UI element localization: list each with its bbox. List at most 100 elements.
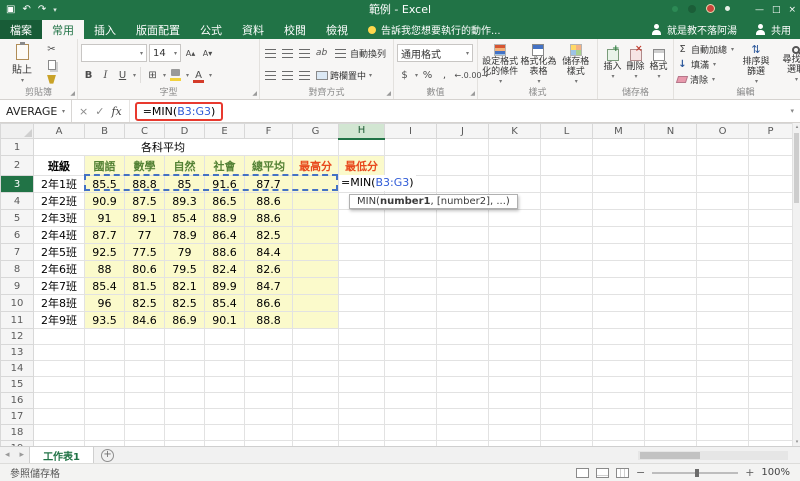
cell[interactable] — [385, 210, 437, 227]
cell[interactable]: 86.9 — [165, 312, 205, 329]
cell[interactable]: 自然 — [165, 156, 205, 176]
shrink-font-button[interactable]: A▾ — [200, 44, 215, 62]
cell[interactable] — [489, 139, 541, 156]
cell[interactable] — [437, 261, 489, 278]
align-center-icon[interactable] — [282, 71, 293, 80]
column-header-H[interactable]: H — [339, 124, 385, 139]
tell-me-box[interactable]: 告訴我您想要執行的動作... — [358, 20, 511, 39]
sheet-title-cell[interactable]: 各科平均 — [34, 139, 293, 156]
tab-data[interactable]: 資料 — [232, 20, 274, 39]
cell[interactable] — [697, 227, 749, 244]
cell[interactable] — [541, 261, 593, 278]
cell[interactable] — [245, 345, 293, 361]
column-header-M[interactable]: M — [593, 124, 645, 139]
italic-button[interactable]: I — [98, 66, 113, 84]
cell[interactable]: 82.5 — [165, 295, 205, 312]
share-button[interactable]: 共用 — [746, 20, 800, 39]
tab-review[interactable]: 校閱 — [274, 20, 316, 39]
column-header-O[interactable]: O — [697, 124, 749, 139]
clear-button[interactable]: 清除 ▾ — [677, 73, 734, 86]
tab-page-layout[interactable]: 版面配置 — [126, 20, 190, 39]
cell[interactable]: 88.8 — [125, 176, 165, 193]
sort-filter-button[interactable]: ⇅ 排序與篩選 ▾ — [738, 42, 774, 86]
cell[interactable] — [697, 312, 749, 329]
cell[interactable]: 82.6 — [245, 261, 293, 278]
zoom-in-icon[interactable]: + — [745, 466, 754, 479]
cell[interactable] — [205, 377, 245, 393]
cell[interactable]: 82.4 — [205, 261, 245, 278]
cell[interactable] — [437, 176, 489, 193]
cell[interactable] — [339, 393, 385, 409]
cell[interactable] — [749, 278, 793, 295]
format-cells-button[interactable]: 格式 ▾ — [647, 42, 670, 86]
cell[interactable] — [645, 261, 697, 278]
row-header-12[interactable]: 12 — [1, 329, 34, 345]
scroll-up-icon[interactable]: ▴ — [793, 124, 800, 130]
cancel-icon[interactable]: × — [79, 105, 88, 118]
cell[interactable] — [697, 210, 749, 227]
cell[interactable] — [489, 261, 541, 278]
cell[interactable] — [593, 312, 645, 329]
cell[interactable] — [593, 261, 645, 278]
cell[interactable] — [593, 393, 645, 409]
cell[interactable]: 91.6 — [205, 176, 245, 193]
font-color-button[interactable]: A — [191, 66, 206, 84]
cell[interactable] — [165, 393, 205, 409]
name-box[interactable]: AVERAGE ▾ — [0, 100, 72, 122]
cell[interactable]: 82.5 — [125, 295, 165, 312]
font-color-dropdown-icon[interactable]: ▾ — [209, 72, 212, 79]
cell[interactable] — [339, 139, 385, 156]
cell[interactable] — [385, 312, 437, 329]
alignment-dialog-launcher-icon[interactable]: ◢ — [386, 90, 391, 97]
cell[interactable] — [293, 176, 339, 193]
cell[interactable] — [489, 393, 541, 409]
cell[interactable] — [749, 361, 793, 377]
cell[interactable] — [593, 409, 645, 425]
cell[interactable] — [165, 425, 205, 441]
cell[interactable] — [749, 329, 793, 345]
cell[interactable] — [293, 261, 339, 278]
tab-file[interactable]: 檔案 — [0, 20, 42, 39]
cell[interactable]: 最低分 — [339, 156, 385, 176]
cell[interactable]: 77.5 — [125, 244, 165, 261]
new-sheet-button[interactable]: + — [101, 449, 114, 462]
cell[interactable] — [749, 425, 793, 441]
fill-button[interactable]: ↓ 填滿 ▾ — [677, 58, 734, 71]
cell[interactable] — [437, 361, 489, 377]
cell[interactable] — [293, 409, 339, 425]
cell[interactable] — [749, 295, 793, 312]
row-header-18[interactable]: 18 — [1, 425, 34, 441]
cell[interactable] — [593, 329, 645, 345]
cell[interactable] — [489, 345, 541, 361]
cell[interactable] — [125, 425, 165, 441]
row-header-8[interactable]: 8 — [1, 261, 34, 278]
cell[interactable] — [437, 425, 489, 441]
cell[interactable]: 79.5 — [165, 261, 205, 278]
prev-sheet-icon[interactable]: ◂ — [0, 447, 15, 463]
cell[interactable]: 78.9 — [165, 227, 205, 244]
row-header-16[interactable]: 16 — [1, 393, 34, 409]
cell[interactable] — [385, 361, 437, 377]
enter-icon[interactable]: ✓ — [95, 105, 104, 118]
row-header-17[interactable]: 17 — [1, 409, 34, 425]
cell[interactable] — [293, 377, 339, 393]
row-header-6[interactable]: 6 — [1, 227, 34, 244]
cell[interactable] — [165, 409, 205, 425]
paste-dropdown-icon[interactable]: ▾ — [21, 77, 24, 84]
vertical-scrollbar-thumb[interactable] — [794, 133, 799, 203]
zoom-out-icon[interactable]: − — [636, 466, 645, 479]
cell[interactable]: 89.3 — [165, 193, 205, 210]
cell[interactable] — [437, 227, 489, 244]
zoom-slider[interactable] — [652, 472, 738, 474]
align-right-icon[interactable] — [299, 71, 310, 80]
row-header-5[interactable]: 5 — [1, 210, 34, 227]
cell[interactable] — [34, 329, 85, 345]
cell[interactable] — [385, 156, 437, 176]
tab-formulas[interactable]: 公式 — [190, 20, 232, 39]
cell[interactable] — [339, 278, 385, 295]
cell[interactable] — [34, 361, 85, 377]
cell[interactable]: 81.5 — [125, 278, 165, 295]
fill-color-button[interactable] — [168, 66, 183, 84]
cell[interactable] — [749, 210, 793, 227]
cell[interactable] — [541, 227, 593, 244]
